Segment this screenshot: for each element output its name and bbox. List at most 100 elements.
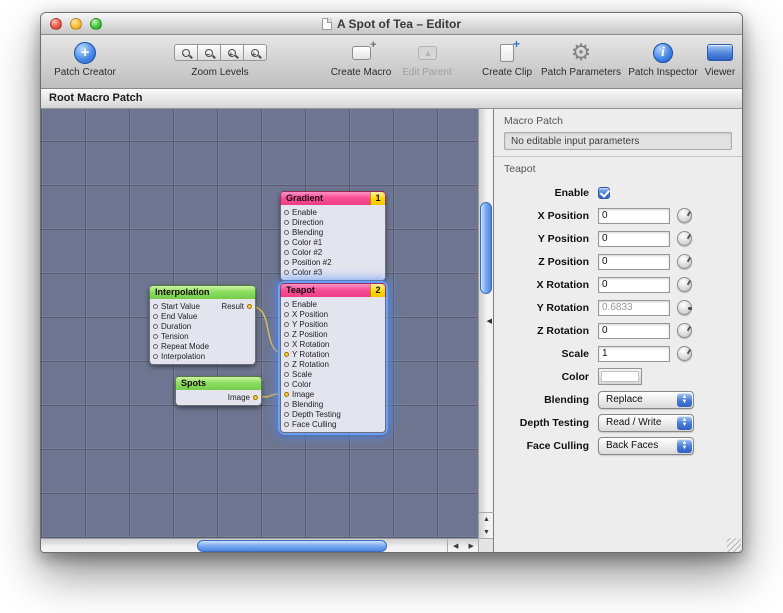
zoom-out-button[interactable]: − (197, 44, 221, 61)
input-port[interactable] (284, 250, 289, 255)
patch-creator-label: Patch Creator (49, 67, 121, 78)
scroll-left-arrow[interactable]: ◀ (448, 539, 464, 553)
scale-input[interactable] (598, 346, 670, 362)
horizontal-scrollbar[interactable]: ◀ ▶ (41, 538, 479, 553)
input-port[interactable] (153, 354, 158, 359)
input-port[interactable] (153, 304, 158, 309)
x-rotation-dial[interactable] (677, 277, 692, 292)
port-label: Face Culling (292, 420, 336, 429)
input-port[interactable] (284, 332, 289, 337)
scale-dial[interactable] (677, 346, 692, 361)
input-port[interactable] (284, 422, 289, 427)
input-port[interactable] (284, 260, 289, 265)
port-label: Result (221, 302, 244, 311)
resize-grip[interactable] (727, 538, 741, 552)
create-macro-button[interactable]: + Create Macro (327, 38, 395, 78)
patch-parameters-button[interactable]: ⚙ Patch Parameters (539, 38, 623, 78)
input-port[interactable] (153, 334, 158, 339)
param-label: Y Position (498, 233, 598, 245)
blending-popup[interactable]: Replace▲▼ (598, 391, 694, 409)
input-port[interactable] (284, 322, 289, 327)
patch-node-spots[interactable]: SpotsImage (175, 376, 262, 406)
popup-selected-value: Replace (606, 394, 643, 405)
z-rotation-dial[interactable] (677, 323, 692, 338)
port-label: Z Rotation (292, 360, 329, 369)
x-position-dial[interactable] (677, 208, 692, 223)
input-port[interactable] (153, 324, 158, 329)
port-label: Duration (161, 322, 191, 331)
minimize-button[interactable] (70, 18, 82, 30)
scroll-up-arrow[interactable]: ▲ (479, 513, 494, 526)
wires-layer (41, 109, 479, 538)
input-port[interactable] (284, 342, 289, 347)
y-position-dial[interactable] (677, 231, 692, 246)
input-port[interactable] (284, 372, 289, 377)
patch-node-teapot[interactable]: Teapot2EnableX PositionY PositionZ Posit… (280, 283, 386, 433)
z-rotation-input[interactable] (598, 323, 670, 339)
horizontal-scrollbar-thumb[interactable] (197, 540, 387, 552)
input-port[interactable] (284, 382, 289, 387)
input-port[interactable] (284, 210, 289, 215)
input-port[interactable] (284, 230, 289, 235)
input-port[interactable] (284, 392, 289, 397)
input-port[interactable] (284, 302, 289, 307)
z-position-input[interactable] (598, 254, 670, 270)
patch-node-title[interactable]: Teapot2 (280, 283, 386, 297)
zoom-button[interactable] (90, 18, 102, 30)
zoom-in-button[interactable]: + (220, 44, 244, 61)
patch-creator-icon: + (74, 42, 96, 64)
x-rotation-input[interactable] (598, 277, 670, 293)
param-row-z-rotation: Z Rotation (498, 322, 732, 339)
input-port[interactable] (284, 220, 289, 225)
input-port[interactable] (284, 412, 289, 417)
y-rotation-input[interactable] (598, 300, 670, 316)
patch-node-title[interactable]: Spots (175, 376, 262, 390)
z-position-dial[interactable] (677, 254, 692, 269)
patch-creator-button[interactable]: + Patch Creator (49, 38, 121, 78)
input-port[interactable] (284, 240, 289, 245)
param-label: Enable (498, 187, 598, 199)
patch-inspector-button[interactable]: i Patch Inspector (625, 38, 701, 78)
scroll-right-arrow[interactable]: ▶ (464, 539, 480, 553)
color-well[interactable] (598, 368, 642, 385)
zoom-actual-button[interactable]: + (243, 44, 267, 61)
port-label: Color #2 (292, 248, 322, 257)
patch-node-interpolation[interactable]: InterpolationStart ValueResultEnd ValueD… (149, 285, 256, 365)
create-clip-button[interactable]: + Create Clip (477, 38, 537, 78)
input-port[interactable] (284, 362, 289, 367)
breadcrumb-root-macro-patch[interactable]: Root Macro Patch (41, 89, 742, 109)
output-port[interactable] (247, 304, 252, 309)
patch-canvas[interactable]: Gradient1EnableDirectionBlendingColor #1… (41, 109, 479, 538)
face-culling-popup[interactable]: Back Faces▲▼ (598, 437, 694, 455)
port-label: Enable (292, 300, 317, 309)
input-port[interactable] (153, 344, 158, 349)
input-port[interactable] (284, 312, 289, 317)
viewer-button[interactable]: Viewer (701, 38, 739, 78)
panel-toggle-arrow[interactable]: ◀ (487, 317, 492, 325)
zoom-mode-button[interactable]: · (174, 44, 198, 61)
param-label: Face Culling (498, 440, 598, 452)
close-button[interactable] (50, 18, 62, 30)
edit-parent-button: ▲ Edit Parent (397, 38, 457, 78)
port-label: Y Position (292, 320, 328, 329)
patch-node-gradient[interactable]: Gradient1EnableDirectionBlendingColor #1… (280, 191, 386, 281)
input-port[interactable] (284, 270, 289, 275)
patch-node-title[interactable]: Gradient1 (280, 191, 386, 205)
input-port[interactable] (284, 352, 289, 357)
popup-selected-value: Read / Write (606, 417, 661, 428)
param-label: X Position (498, 210, 598, 222)
input-port[interactable] (153, 314, 158, 319)
output-port[interactable] (253, 395, 258, 400)
title-bar[interactable]: A Spot of Tea – Editor (41, 13, 742, 35)
port-label: Scale (292, 370, 312, 379)
x-position-input[interactable] (598, 208, 670, 224)
y-rotation-dial[interactable] (677, 300, 692, 315)
patch-node-title[interactable]: Interpolation (149, 285, 256, 299)
y-position-input[interactable] (598, 231, 670, 247)
enable-checkbox[interactable] (598, 187, 610, 199)
depth-testing-popup[interactable]: Read / Write▲▼ (598, 414, 694, 432)
vertical-scrollbar[interactable]: ▲ ▼ ◀ (478, 109, 493, 538)
teapot-rows: EnableX PositionY PositionZ PositionX Ro… (494, 178, 742, 454)
vertical-scrollbar-thumb[interactable] (480, 202, 492, 294)
input-port[interactable] (284, 402, 289, 407)
